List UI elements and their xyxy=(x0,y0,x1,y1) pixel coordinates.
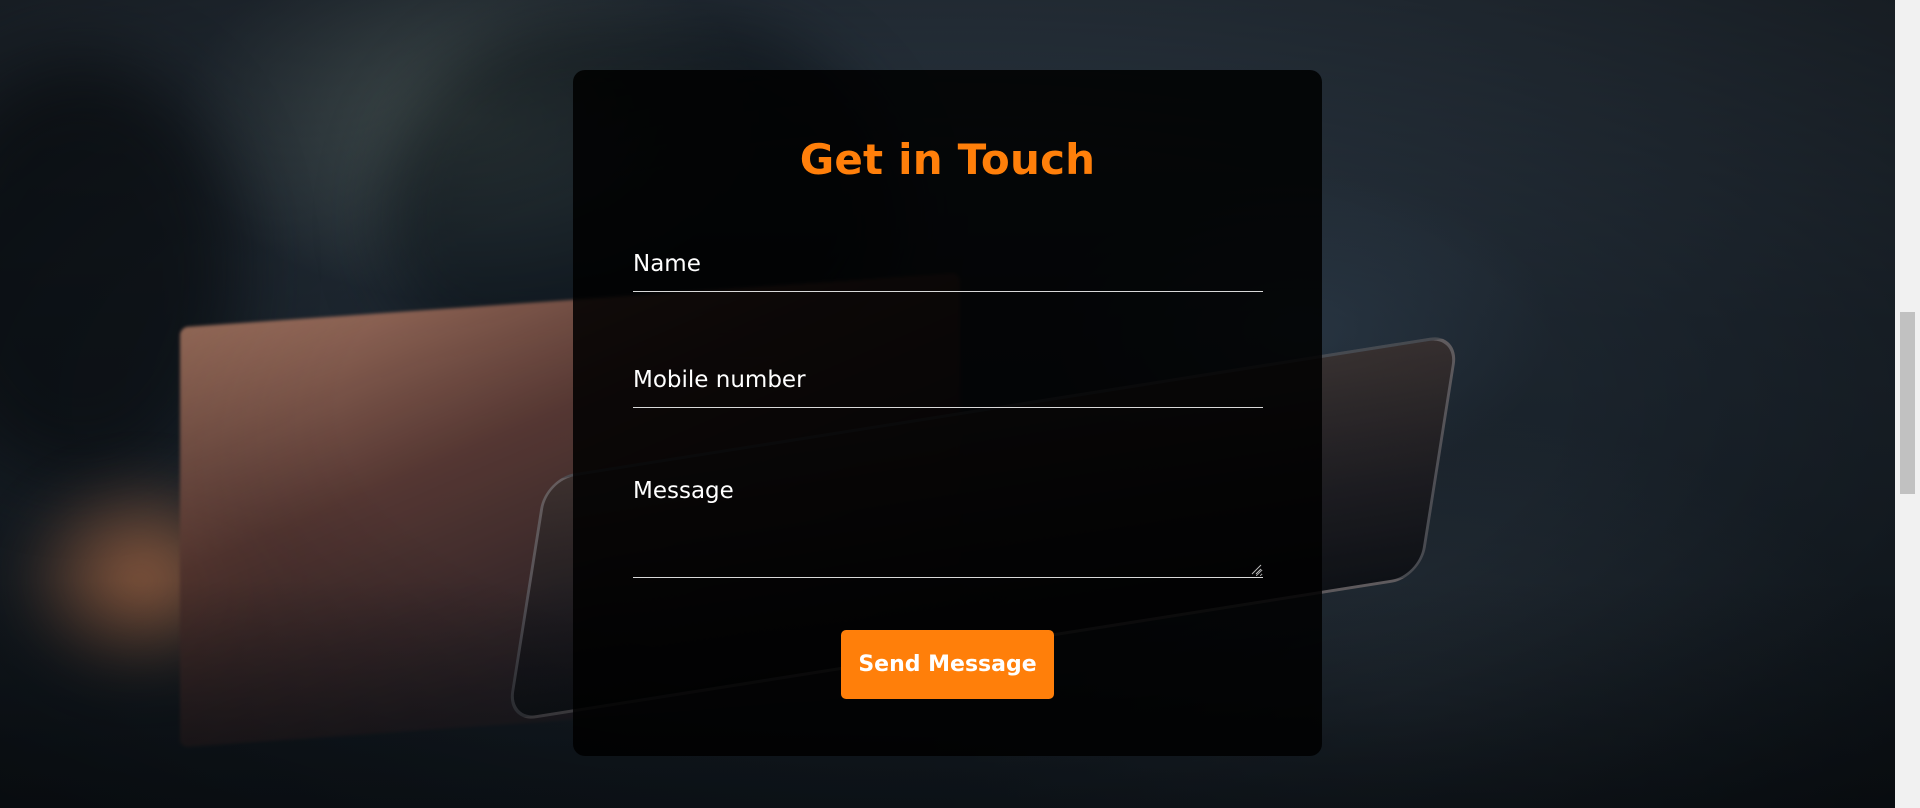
message-textarea[interactable] xyxy=(633,478,1263,578)
contact-form-card: Get in Touch Send Message xyxy=(573,70,1322,756)
form-title: Get in Touch xyxy=(799,135,1096,184)
send-message-button[interactable]: Send Message xyxy=(841,630,1054,699)
mobile-number-input[interactable] xyxy=(633,362,1263,408)
mobile-field-wrapper xyxy=(633,362,1263,408)
scrollbar-thumb[interactable] xyxy=(1900,312,1915,494)
name-input[interactable] xyxy=(633,246,1263,292)
submit-row: Send Message xyxy=(633,630,1262,699)
name-field-wrapper xyxy=(633,246,1263,292)
page-scrollbar[interactable] xyxy=(1895,0,1920,808)
page: Get in Touch Send Message xyxy=(0,0,1920,808)
message-field-wrapper xyxy=(633,478,1263,578)
